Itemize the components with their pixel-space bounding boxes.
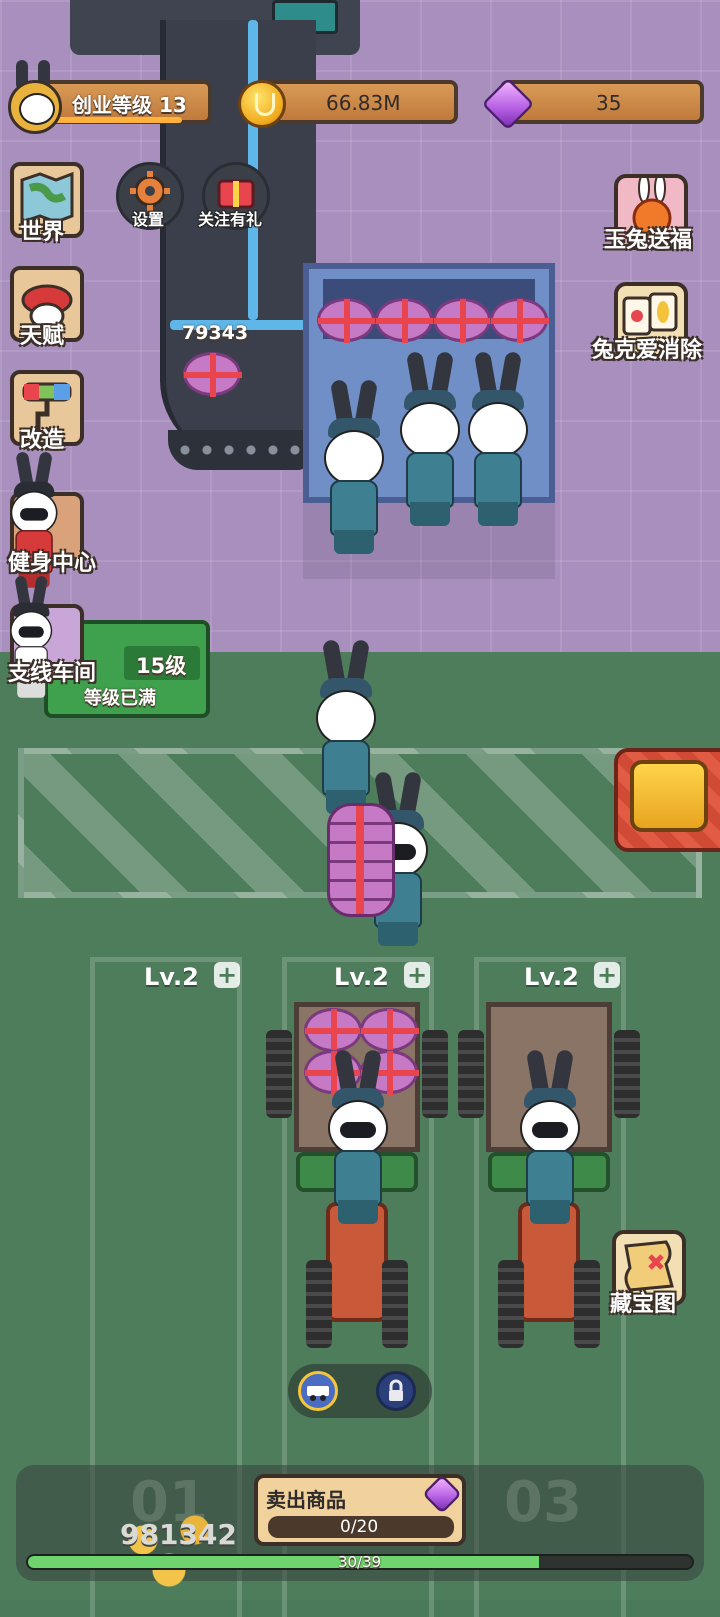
sell-progress: 0/20 [340, 1517, 379, 1537]
treasure-chest-icon [630, 760, 708, 832]
level-label: 创业等级 13 [72, 93, 187, 117]
main-progress-label: 30/39 [338, 1553, 382, 1571]
lock-icon [389, 1379, 403, 1401]
gift-item [183, 352, 242, 397]
worker-bunny [462, 350, 534, 527]
lane-1-level: Lv.2 [144, 963, 199, 991]
main-progress-fill [28, 1556, 539, 1568]
lane-2-upgrade-button[interactable]: + [404, 962, 430, 988]
gift-item [490, 298, 549, 343]
lane-1-upgrade-button[interactable]: + [214, 962, 240, 988]
gift-item [375, 298, 434, 343]
coin-amount: 66.83M [326, 91, 401, 115]
branch-label: 支线车间 [8, 661, 97, 686]
gem-amount: 35 [596, 91, 622, 115]
conveyor-base [168, 430, 308, 470]
lane-number: 03 [504, 1470, 582, 1535]
coin-icon [238, 80, 286, 128]
world-label: 世界 [20, 220, 65, 245]
conveyor-count: 79343 [182, 322, 249, 344]
gift-item [317, 298, 376, 343]
lane-3-level: Lv.2 [524, 963, 579, 991]
rabbit-match-label: 兔克爱消除 [592, 338, 703, 363]
avatar[interactable] [8, 80, 62, 134]
lane-3-upgrade-button[interactable]: + [594, 962, 620, 988]
locked-slot-button[interactable] [376, 1371, 416, 1411]
station-status: 等级已满 [84, 688, 156, 709]
settings-label: 设置 [132, 210, 165, 229]
coin-pile-amount: 981342 [120, 1518, 237, 1551]
sell-goods-title: 卖出商品 [266, 1488, 346, 1512]
follow-gift-label: 关注有礼 [198, 210, 263, 229]
lane-2-level: Lv.2 [334, 963, 389, 991]
gift-item [433, 298, 492, 343]
truck-select-button[interactable] [298, 1371, 338, 1411]
jade-rabbit-label: 玉兔送福 [604, 228, 693, 253]
worker-bunny [318, 378, 390, 555]
truck-icon [307, 1386, 329, 1401]
treasure-map-label: 藏宝图 [610, 1292, 677, 1317]
upgrade-label: 改造 [20, 428, 65, 453]
station-level: 15级 [136, 654, 187, 678]
worker-bunny [394, 350, 466, 527]
driver-bunny [514, 1048, 586, 1225]
driver-bunny [322, 1048, 394, 1225]
gym-label: 健身中心 [8, 551, 97, 576]
gift-item [304, 1008, 363, 1053]
gift-item [360, 1008, 419, 1053]
gift-stack [327, 803, 395, 917]
talent-label: 天赋 [20, 324, 65, 349]
